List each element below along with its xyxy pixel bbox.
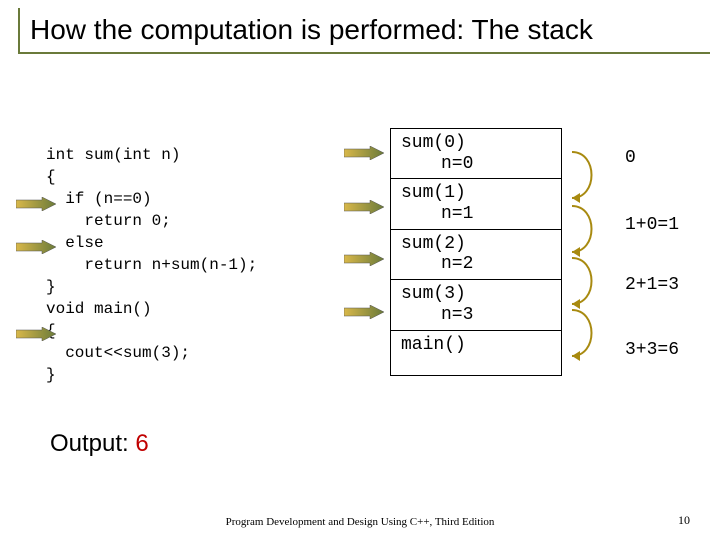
return-value: 2+1=3: [625, 275, 679, 295]
frame-local: n=3: [401, 305, 555, 326]
output-value: 6: [135, 430, 148, 457]
stack-frame: sum(0) n=0: [391, 129, 561, 179]
stack-frame: sum(1) n=1: [391, 179, 561, 229]
slide-title: How the computation is performed: The st…: [18, 8, 710, 54]
frame-local: n=0: [401, 154, 555, 175]
frame-call: sum(3): [401, 284, 555, 305]
frame-local: n=2: [401, 254, 555, 275]
frame-call: sum(1): [401, 183, 555, 204]
stack-frame: sum(3) n=3: [391, 280, 561, 330]
return-arrow-icon: [568, 204, 604, 254]
arrow-icon: [344, 252, 384, 266]
frame-call: sum(0): [401, 133, 555, 154]
return-arrow-icon: [568, 150, 604, 200]
output-label: Output:: [50, 430, 135, 457]
arrow-icon: [344, 200, 384, 214]
frame-call: sum(2): [401, 234, 555, 255]
stack-frame: main(): [391, 331, 561, 376]
return-arrow-icon: [568, 308, 604, 358]
call-stack: sum(0) n=0 sum(1) n=1 sum(2) n=2 sum(3) …: [390, 128, 562, 376]
return-arrow-icon: [568, 256, 604, 306]
output-line: Output: 6: [50, 430, 149, 458]
arrow-icon: [16, 197, 56, 211]
code-listing: int sum(int n) { if (n==0) return 0; els…: [46, 144, 257, 386]
arrow-icon: [16, 240, 56, 254]
return-value: 1+0=1: [625, 215, 679, 235]
stack-frame: sum(2) n=2: [391, 230, 561, 280]
footer-text: Program Development and Design Using C++…: [0, 516, 720, 528]
arrow-icon: [344, 146, 384, 160]
page-number: 10: [678, 513, 690, 528]
arrow-icon: [16, 327, 56, 341]
return-value: 3+3=6: [625, 340, 679, 360]
arrow-icon: [344, 305, 384, 319]
return-value: 0: [625, 148, 636, 168]
frame-local: n=1: [401, 204, 555, 225]
frame-call: main(): [401, 335, 555, 356]
slide: How the computation is performed: The st…: [0, 0, 720, 540]
